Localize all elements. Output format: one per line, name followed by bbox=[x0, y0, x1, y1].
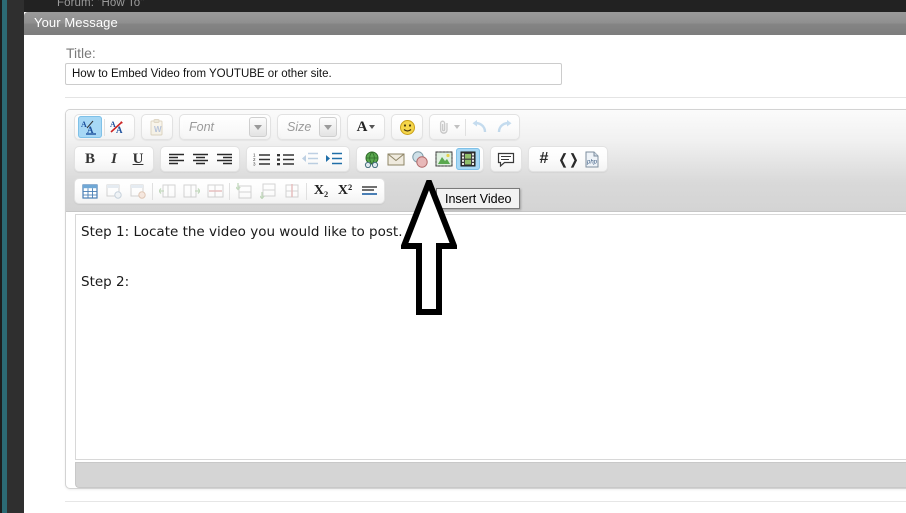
toolbar-separator bbox=[104, 118, 105, 136]
font-size-label: Size bbox=[287, 120, 312, 134]
code-label: ❬❭ bbox=[557, 150, 579, 167]
tooltip-insert-video: Insert Video bbox=[436, 188, 521, 209]
code-group: # ❬❭ php bbox=[528, 146, 608, 172]
undo-button[interactable] bbox=[468, 116, 492, 138]
insert-row-above-button[interactable] bbox=[232, 180, 256, 202]
rich-text-editor: A A A A W Font Size A B I U 1 2 3 # ❬❭ p… bbox=[65, 109, 906, 489]
bottom-divider bbox=[65, 501, 906, 502]
bullet-list-button[interactable] bbox=[274, 148, 298, 170]
format-group: A A A A bbox=[74, 114, 135, 140]
superscript-label: X² bbox=[337, 183, 353, 198]
insert-link-button[interactable] bbox=[360, 148, 384, 170]
toolbar-row-2: B I U 1 2 3 # ❬❭ php bbox=[74, 145, 608, 173]
font-size-select[interactable]: Size bbox=[281, 116, 337, 138]
left-rail-accent-stripe bbox=[2, 0, 7, 513]
app-window: Forum: "How To" Your Message Title: A bbox=[0, 0, 906, 513]
hash-label: # bbox=[539, 150, 549, 167]
font-group: Font bbox=[179, 114, 271, 140]
italic-button[interactable]: I bbox=[102, 148, 126, 170]
delete-column-button[interactable] bbox=[203, 180, 227, 202]
toolbar-row-3: X₂ X² bbox=[74, 177, 385, 205]
text-color-button[interactable]: A bbox=[351, 116, 381, 138]
text-style-group: B I U bbox=[74, 146, 154, 172]
title-input[interactable] bbox=[65, 63, 562, 85]
insert-column-before-button[interactable] bbox=[155, 180, 179, 202]
insert-row-below-button[interactable] bbox=[256, 180, 280, 202]
chevron-down-icon[interactable] bbox=[369, 125, 376, 129]
size-group: Size bbox=[277, 114, 341, 140]
chevron-down-icon[interactable] bbox=[319, 117, 337, 137]
attach-file-button[interactable] bbox=[433, 116, 463, 138]
table-group: X₂ X² bbox=[74, 178, 385, 204]
bold-label: B bbox=[84, 150, 95, 167]
paste-group: W bbox=[141, 114, 173, 140]
remove-format-button[interactable]: A A bbox=[107, 116, 131, 138]
italic-label: I bbox=[111, 150, 117, 167]
insert-emoticon-button[interactable] bbox=[395, 116, 419, 138]
svg-text:W: W bbox=[154, 125, 162, 134]
insert-quote-button[interactable] bbox=[494, 148, 518, 170]
text-color-label: A bbox=[356, 118, 368, 135]
align-left-button[interactable] bbox=[164, 148, 188, 170]
toolbar-separator bbox=[229, 182, 230, 200]
insert-hash-button[interactable]: # bbox=[532, 148, 556, 170]
insert-code-button[interactable]: ❬❭ bbox=[556, 148, 580, 170]
insert-php-button[interactable]: php bbox=[580, 148, 604, 170]
alignment-group bbox=[160, 146, 240, 172]
paste-from-word-button[interactable]: W bbox=[145, 116, 169, 138]
editor-content-area[interactable]: Step 1: Locate the video you would like … bbox=[75, 214, 906, 460]
delete-row-button[interactable] bbox=[280, 180, 304, 202]
top-strip: Forum: "How To" bbox=[24, 0, 906, 12]
title-label: Title: bbox=[66, 45, 96, 61]
table-properties-button[interactable] bbox=[102, 180, 126, 202]
message-panel-header: Your Message bbox=[24, 12, 906, 35]
svg-text:3: 3 bbox=[253, 162, 256, 167]
chevron-down-icon[interactable] bbox=[453, 125, 460, 129]
font-family-label: Font bbox=[189, 120, 215, 134]
redo-button[interactable] bbox=[492, 116, 516, 138]
font-family-select[interactable]: Font bbox=[183, 116, 267, 138]
outdent-button[interactable] bbox=[298, 148, 322, 170]
align-center-button[interactable] bbox=[188, 148, 212, 170]
insert-email-button[interactable] bbox=[384, 148, 408, 170]
emoticon-group bbox=[391, 114, 423, 140]
insert-table-button[interactable] bbox=[78, 180, 102, 202]
editor-body-text: Step 1: Locate the video you would like … bbox=[81, 224, 403, 290]
text-color-group: A bbox=[347, 114, 385, 140]
indent-button[interactable] bbox=[322, 148, 346, 170]
unlink-button[interactable] bbox=[408, 148, 432, 170]
message-panel-title: Your Message bbox=[34, 15, 118, 30]
subscript-label: X₂ bbox=[313, 183, 329, 198]
media-group bbox=[356, 146, 484, 172]
insert-image-button[interactable] bbox=[432, 148, 456, 170]
toggle-format-button[interactable]: A A bbox=[78, 116, 102, 138]
quote-group bbox=[490, 146, 522, 172]
insert-video-button[interactable] bbox=[456, 148, 480, 170]
toolbar-separator bbox=[465, 118, 466, 136]
section-divider bbox=[65, 97, 906, 98]
editor-status-bar bbox=[75, 462, 906, 488]
svg-text:php: php bbox=[586, 159, 598, 165]
align-right-button[interactable] bbox=[212, 148, 236, 170]
breadcrumb: Forum: "How To" bbox=[57, 0, 145, 9]
underline-label: U bbox=[132, 150, 144, 167]
horizontal-rule-button[interactable] bbox=[357, 180, 381, 202]
underline-button[interactable]: U bbox=[126, 148, 150, 170]
superscript-button[interactable]: X² bbox=[333, 180, 357, 202]
toolbar-separator bbox=[152, 182, 153, 200]
numbered-list-button[interactable]: 1 2 3 bbox=[250, 148, 274, 170]
toolbar-separator bbox=[306, 182, 307, 200]
list-indent-group: 1 2 3 bbox=[246, 146, 350, 172]
chevron-down-icon[interactable] bbox=[249, 117, 267, 137]
delete-table-button[interactable] bbox=[126, 180, 150, 202]
bold-button[interactable]: B bbox=[78, 148, 102, 170]
attach-undo-group bbox=[429, 114, 520, 140]
left-rail bbox=[0, 0, 24, 513]
toolbar-row-1: A A A A W Font Size A bbox=[74, 113, 520, 141]
content-panel: Title: A A bbox=[24, 35, 906, 513]
insert-column-after-button[interactable] bbox=[179, 180, 203, 202]
subscript-button[interactable]: X₂ bbox=[309, 180, 333, 202]
